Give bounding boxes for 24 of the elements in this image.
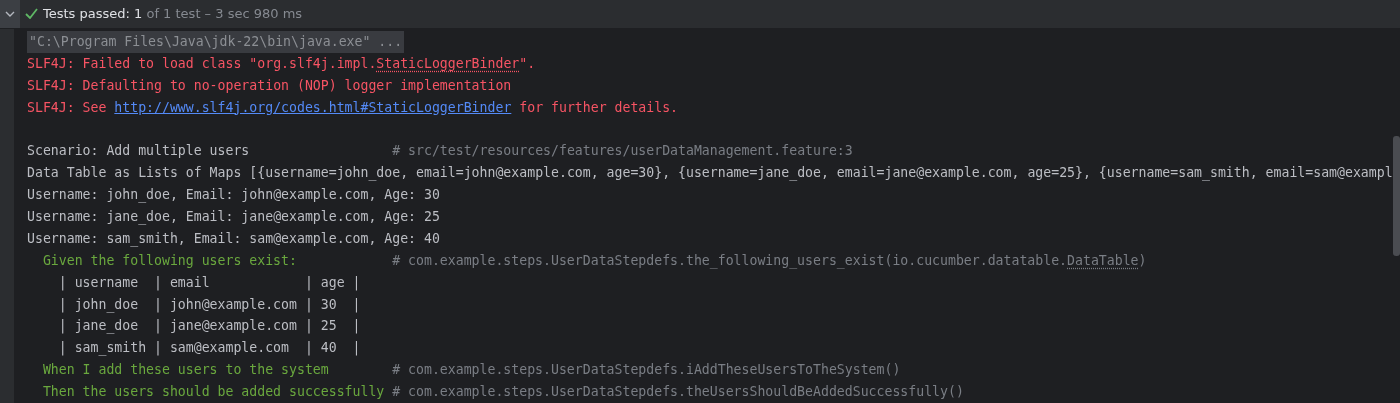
console-line: Username: jane_doe, Email: jane@example.com, Age: 25 xyxy=(27,208,440,227)
step-line: Then the users should be added successfully xyxy=(42,383,386,402)
table-row-text: | john_doe | john@example.com | 30 | xyxy=(58,295,361,315)
source-comment: # com.example.steps.UserDataStepdefs.theUsersShouldBeAddedSuccessfully() xyxy=(392,383,964,402)
table-row-text: | username | email | age | xyxy=(58,273,361,293)
error-message: SLF4J: See http://www.slf4j.org/codes.html#StaticLoggerBinder for further details. xyxy=(27,98,679,117)
console-line: Data Table as Lists of Maps [{username=john_doe, email=john@example.com, age=30}, {username=jane_doe, email=jane@example.com, age=25}, {username=sam_smith, email=sam@exampl xyxy=(27,164,1393,183)
collapse-button[interactable] xyxy=(0,0,20,28)
console-line: Username: john_doe, Email: john@example.com, Age: 30 xyxy=(27,186,440,205)
error-message: SLF4J: Defaulting to no-operation (NOP) logger implementation xyxy=(27,76,512,95)
source-comment: # com.example.steps.UserDataStepdefs.iAddTheseUsersToTheSystem() xyxy=(392,361,901,380)
link[interactable]: http://www.slf4j.org/codes.html#StaticLoggerBinder xyxy=(114,99,512,115)
source-comment: # com.example.steps.UserDataStepdefs.the_following_users_exist(io.cucumber.datatable.DataTable) xyxy=(392,251,1147,271)
table-row-text: | sam_smith | sam@example.com | 40 | xyxy=(58,339,361,358)
error-message: SLF4J: Failed to load class "org.slf4j.impl.StaticLoggerBinder". xyxy=(27,54,536,73)
test-status: Tests passed: 1 of 1 test – 3 sec 980 ms xyxy=(43,6,303,22)
console-line: Scenario: Add multiple users xyxy=(27,142,251,161)
step-line: When I add these users to the system xyxy=(42,361,330,380)
chevron-down-icon xyxy=(5,10,15,17)
table-row-text: | jane_doe | jane@example.com | 25 | xyxy=(58,317,361,336)
scrollbar[interactable] xyxy=(1393,135,1400,256)
console-line: Username: sam_smith, Email: sam@example.com, Age: 40 xyxy=(27,229,440,249)
step-line: Given the following users exist: xyxy=(42,251,298,270)
source-comment: # src/test/resources/features/userDataManagement.feature:3 xyxy=(392,142,853,161)
